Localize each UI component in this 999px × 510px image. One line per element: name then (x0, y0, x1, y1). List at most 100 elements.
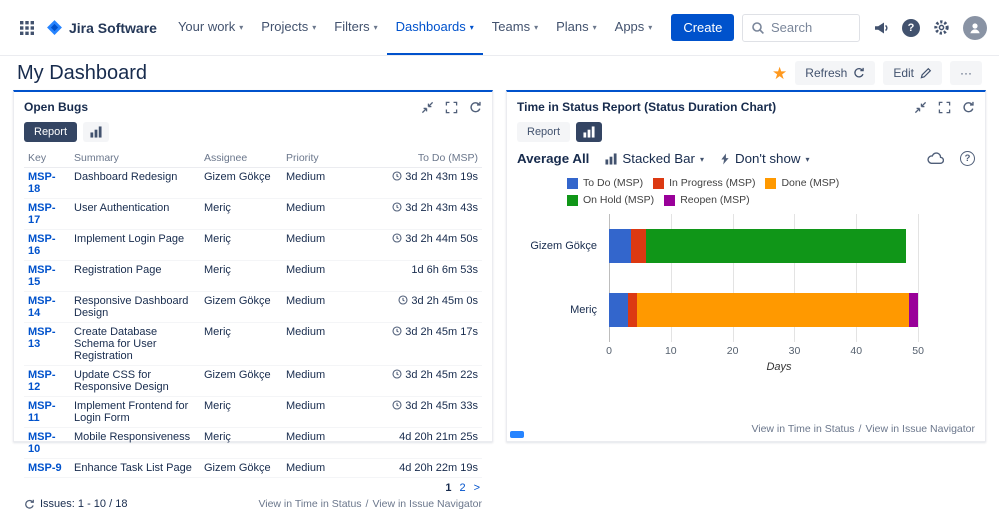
issue-time: 3d 2h 43m 19s (344, 168, 482, 199)
nav-item-projects[interactable]: Projects▾ (252, 0, 325, 55)
app-switcher-icon[interactable] (12, 0, 42, 55)
issue-key-link[interactable]: MSP-12 (28, 369, 56, 393)
refresh-icon (853, 67, 865, 79)
refresh-gadget-icon[interactable] (962, 101, 975, 114)
issue-key-link[interactable]: MSP-18 (28, 171, 56, 195)
issue-key-link[interactable]: MSP-16 (28, 233, 56, 257)
issue-assignee: Gizem Gökçe (200, 459, 282, 478)
nav-item-teams[interactable]: Teams▾ (483, 0, 547, 55)
export-cloud-icon[interactable] (927, 152, 944, 165)
x-tick-label: 20 (727, 345, 739, 357)
bar-segment[interactable] (628, 293, 637, 327)
help-icon[interactable]: ? (902, 19, 920, 37)
nav-item-apps[interactable]: Apps▾ (606, 0, 662, 55)
tab-chart-icon[interactable] (576, 122, 602, 142)
page-next-arrow[interactable]: > (474, 482, 480, 494)
issue-summary: Create Database Schema for User Registra… (70, 323, 200, 366)
column-header-summary: Summary (70, 149, 200, 168)
refresh-button[interactable]: Refresh (795, 61, 875, 85)
issue-key-link[interactable]: MSP-9 (28, 462, 62, 474)
bar-segment[interactable] (609, 229, 631, 263)
view-in-time-in-status-link[interactable]: View in Time in Status (751, 423, 854, 435)
jira-logo[interactable]: Jira Software (44, 0, 167, 55)
collapse-icon[interactable] (914, 101, 927, 114)
nav-item-filters[interactable]: Filters▾ (325, 0, 386, 55)
nav-item-dashboards[interactable]: Dashboards▾ (387, 0, 483, 55)
gadget-help-icon[interactable]: ? (960, 151, 975, 166)
estimates-dropdown[interactable]: Don't show ▾ (720, 151, 810, 166)
issue-summary: Mobile Responsiveness (70, 428, 200, 459)
page-1[interactable]: 1 (445, 482, 451, 494)
issues-table-body: MSP-18Dashboard RedesignGizem GökçeMediu… (24, 168, 482, 478)
chevron-down-icon: ▾ (806, 155, 810, 164)
announcement-icon[interactable] (873, 20, 889, 36)
edit-button[interactable]: Edit (883, 61, 942, 85)
app-name: Jira Software (69, 20, 157, 36)
bar-row: Gizem Gökçe (609, 214, 949, 278)
average-all-button[interactable]: Average All (517, 151, 589, 166)
tab-report[interactable]: Report (24, 122, 77, 142)
bar-segment[interactable] (637, 293, 909, 327)
settings-gear-icon[interactable] (933, 19, 950, 36)
bar-segment[interactable] (609, 293, 628, 327)
dashboard-gadgets: Open Bugs Report Key Summary Assignee Pr… (0, 90, 999, 442)
issue-summary: Dashboard Redesign (70, 168, 200, 199)
issue-key-link[interactable]: MSP-15 (28, 264, 56, 288)
issue-key-link[interactable]: MSP-11 (28, 400, 56, 424)
category-label: Gizem Gökçe (530, 240, 597, 252)
issue-key-link[interactable]: MSP-17 (28, 202, 56, 226)
issue-key-link[interactable]: MSP-14 (28, 295, 56, 319)
issue-priority: Medium (282, 168, 344, 199)
issue-time: 3d 2h 45m 22s (344, 366, 482, 397)
horizontal-scrollbar-thumb[interactable] (510, 431, 524, 438)
issue-key-link[interactable]: MSP-10 (28, 431, 56, 455)
legend-item[interactable]: To Do (MSP) (567, 177, 643, 189)
column-header-todo: To Do (MSP) (344, 149, 482, 168)
more-actions-button[interactable]: ··· (950, 61, 982, 85)
chart-type-dropdown[interactable]: Stacked Bar ▾ (605, 151, 704, 166)
tab-chart-icon[interactable] (83, 122, 109, 142)
issue-assignee: Meriç (200, 428, 282, 459)
table-header-row: Key Summary Assignee Priority To Do (MSP… (24, 149, 482, 168)
page-2[interactable]: 2 (459, 482, 465, 494)
legend-item[interactable]: Done (MSP) (765, 177, 839, 189)
bar-segment[interactable] (631, 229, 646, 263)
nav-item-plans[interactable]: Plans▾ (547, 0, 606, 55)
create-button[interactable]: Create (671, 14, 734, 41)
issue-key-link[interactable]: MSP-13 (28, 326, 56, 350)
issue-priority: Medium (282, 459, 344, 478)
main-nav: Your work▾ Projects▾ Filters▾ Dashboards… (169, 0, 661, 55)
bar-segment[interactable] (646, 229, 906, 263)
issue-priority: Medium (282, 397, 344, 428)
nav-item-your-work[interactable]: Your work▾ (169, 0, 252, 55)
user-avatar[interactable] (963, 16, 987, 40)
maximize-icon[interactable] (445, 101, 458, 114)
maximize-icon[interactable] (938, 101, 951, 114)
issue-time: 3d 2h 43m 43s (344, 199, 482, 230)
refresh-gadget-icon[interactable] (469, 101, 482, 114)
favorite-star-icon[interactable]: ★ (772, 65, 787, 82)
timer-icon (392, 202, 402, 212)
issue-row: MSP-14Responsive Dashboard DesignGizem G… (24, 292, 482, 323)
legend-item[interactable]: On Hold (MSP) (567, 194, 654, 206)
time-in-status-gadget: Time in Status Report (Status Duration C… (506, 90, 986, 442)
issue-summary: User Authentication (70, 199, 200, 230)
sync-icon[interactable] (24, 499, 35, 510)
collapse-icon[interactable] (421, 101, 434, 114)
view-in-issue-navigator-link[interactable]: View in Issue Navigator (372, 498, 482, 510)
chevron-down-icon: ▾ (534, 23, 538, 32)
view-in-issue-navigator-link[interactable]: View in Issue Navigator (865, 423, 975, 435)
bar-segment[interactable] (909, 293, 918, 327)
issue-assignee: Meriç (200, 230, 282, 261)
issue-time: 3d 2h 45m 33s (344, 397, 482, 428)
top-navigation: Jira Software Your work▾ Projects▾ Filte… (0, 0, 999, 56)
issue-time: 4d 20h 22m 19s (344, 459, 482, 478)
search-box[interactable] (742, 14, 860, 42)
tab-report[interactable]: Report (517, 122, 570, 142)
column-header-assignee: Assignee (200, 149, 282, 168)
legend-item[interactable]: In Progress (MSP) (653, 177, 755, 189)
issue-priority: Medium (282, 323, 344, 366)
legend-item[interactable]: Reopen (MSP) (664, 194, 749, 206)
search-input[interactable] (771, 20, 851, 35)
view-in-time-in-status-link[interactable]: View in Time in Status (258, 498, 361, 510)
